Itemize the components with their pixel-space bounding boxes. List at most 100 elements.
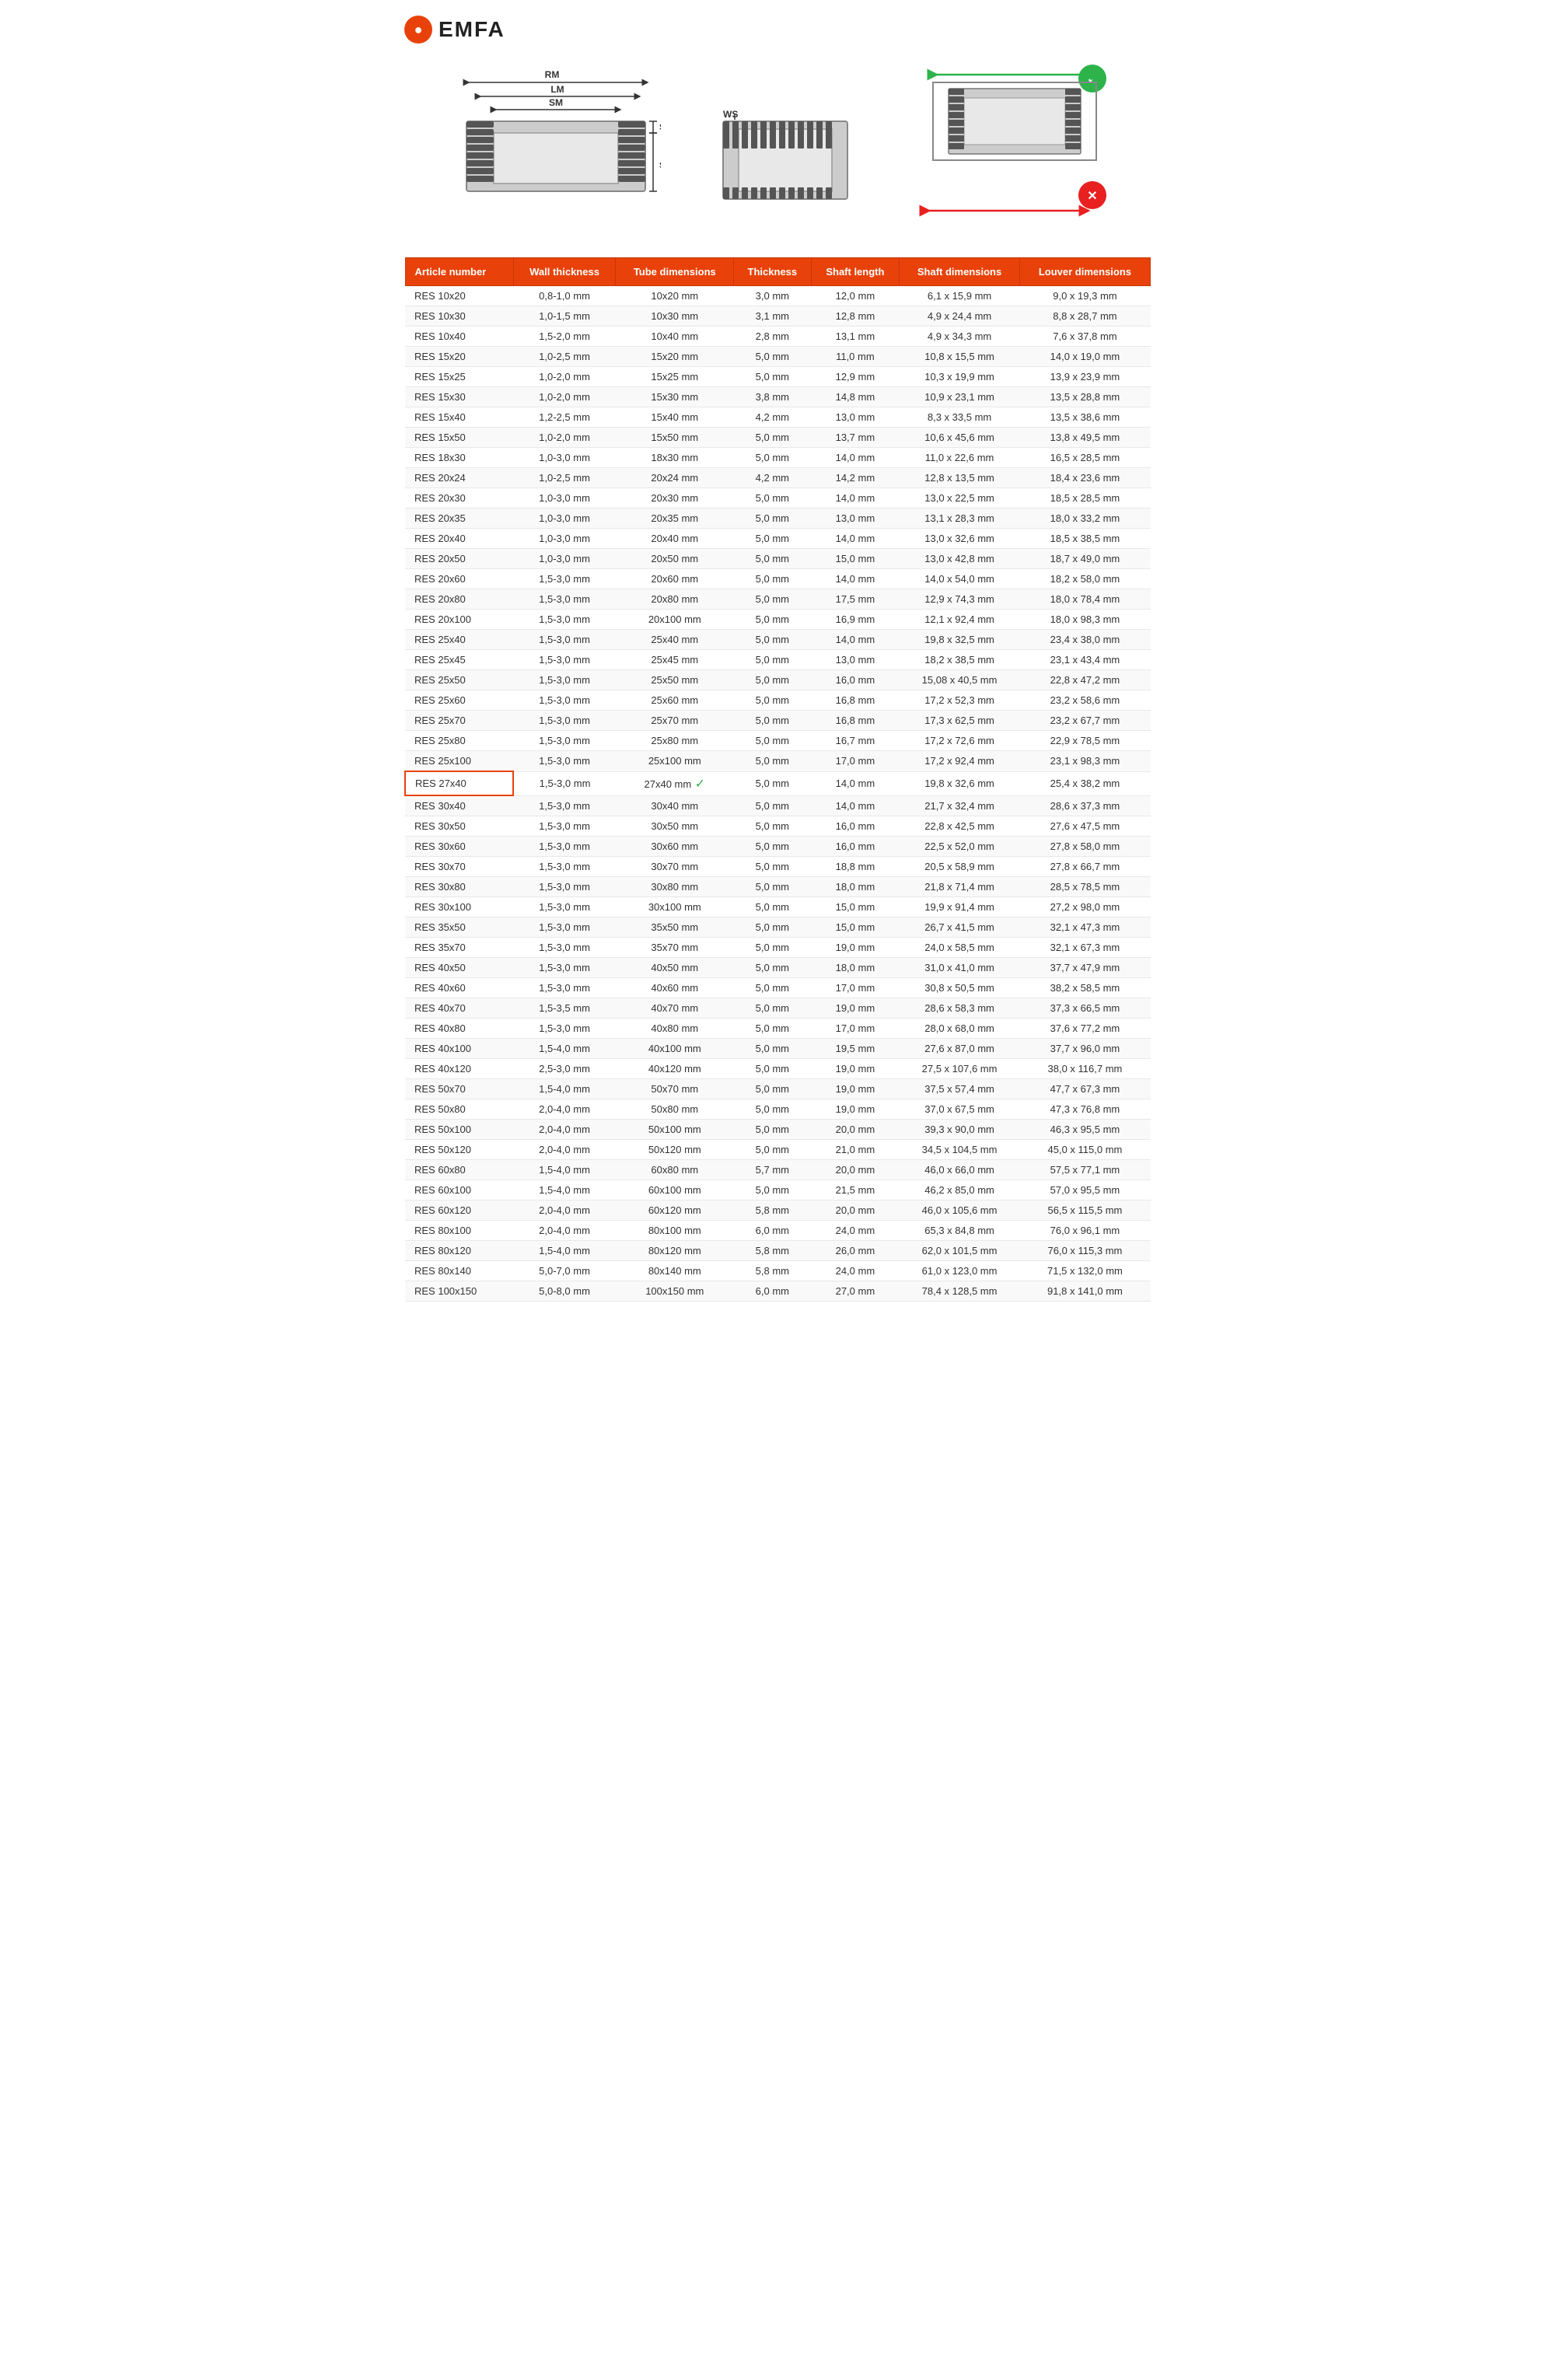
table-cell: 1,5-3,0 mm <box>513 569 616 589</box>
table-row: RES 35x701,5-3,0 mm35x70 mm5,0 mm19,0 mm… <box>405 938 1151 958</box>
table-cell: 60x80 mm <box>616 1160 734 1180</box>
table-cell: 2,0-4,0 mm <box>513 1120 616 1140</box>
table-cell: RES 25x40 <box>405 630 513 650</box>
table-cell: 1,5-4,0 mm <box>513 1160 616 1180</box>
table-cell: 19,0 mm <box>811 938 900 958</box>
table-cell: 80x140 mm <box>616 1261 734 1281</box>
table-cell: 20x60 mm <box>616 569 734 589</box>
table-row: RES 20x601,5-3,0 mm20x60 mm5,0 mm14,0 mm… <box>405 569 1151 589</box>
diagram-2: WS <box>708 59 863 218</box>
table-row: RES 50x1002,0-4,0 mm50x100 mm5,0 mm20,0 … <box>405 1120 1151 1140</box>
table-cell: RES 60x80 <box>405 1160 513 1180</box>
table-cell: 30x50 mm <box>616 816 734 837</box>
table-cell: 32,1 x 47,3 mm <box>1019 917 1150 938</box>
table-cell: 37,7 x 47,9 mm <box>1019 958 1150 978</box>
table-cell: RES 100x150 <box>405 1281 513 1302</box>
table-cell: 1,5-3,0 mm <box>513 978 616 998</box>
table-cell: RES 35x50 <box>405 917 513 938</box>
table-cell: 5,8 mm <box>734 1241 811 1261</box>
table-cell: 5,0 mm <box>734 488 811 509</box>
table-cell: 10x20 mm <box>616 286 734 306</box>
table-cell: RES 40x70 <box>405 998 513 1019</box>
table-cell: 5,0 mm <box>734 816 811 837</box>
table-cell: 30,8 x 50,5 mm <box>900 978 1020 998</box>
table-cell: 37,7 x 96,0 mm <box>1019 1039 1150 1059</box>
table-cell: 8,3 x 33,5 mm <box>900 407 1020 428</box>
table-cell: 28,0 x 68,0 mm <box>900 1019 1020 1039</box>
table-cell: 18,5 x 28,5 mm <box>1019 488 1150 509</box>
table-cell: 13,5 x 28,8 mm <box>1019 387 1150 407</box>
table-cell: RES 27x40 <box>405 771 513 795</box>
table-cell: 1,0-2,0 mm <box>513 428 616 448</box>
table-cell: 1,5-3,0 mm <box>513 938 616 958</box>
table-cell: RES 50x120 <box>405 1140 513 1160</box>
table-row: RES 20x501,0-3,0 mm20x50 mm5,0 mm15,0 mm… <box>405 549 1151 569</box>
table-cell: 14,2 mm <box>811 468 900 488</box>
table-cell: 25x50 mm <box>616 670 734 690</box>
table-cell: 19,9 x 91,4 mm <box>900 897 1020 917</box>
table-cell: 18,2 x 58,0 mm <box>1019 569 1150 589</box>
table-cell: 26,7 x 41,5 mm <box>900 917 1020 938</box>
table-cell: 5,0 mm <box>734 917 811 938</box>
table-row: RES 40x801,5-3,0 mm40x80 mm5,0 mm17,0 mm… <box>405 1019 1151 1039</box>
table-cell: 13,9 x 23,9 mm <box>1019 367 1150 387</box>
table-cell: 5,0 mm <box>734 1099 811 1120</box>
table-cell: 40x70 mm <box>616 998 734 1019</box>
table-cell: 1,5-3,0 mm <box>513 670 616 690</box>
table-row: RES 30x801,5-3,0 mm30x80 mm5,0 mm18,0 mm… <box>405 877 1151 897</box>
table-cell: 35x50 mm <box>616 917 734 938</box>
table-cell: 1,5-3,0 mm <box>513 731 616 751</box>
table-cell: 1,0-3,0 mm <box>513 529 616 549</box>
table-cell: RES 15x20 <box>405 347 513 367</box>
table-cell: 1,0-2,5 mm <box>513 347 616 367</box>
table-cell: 5,0 mm <box>734 589 811 610</box>
table-cell: 5,0 mm <box>734 731 811 751</box>
table-cell: RES 25x50 <box>405 670 513 690</box>
table-row: RES 10x301,0-1,5 mm10x30 mm3,1 mm12,8 mm… <box>405 306 1151 327</box>
table-row: RES 30x1001,5-3,0 mm30x100 mm5,0 mm15,0 … <box>405 897 1151 917</box>
table-cell: RES 10x20 <box>405 286 513 306</box>
table-cell: 38,0 x 116,7 mm <box>1019 1059 1150 1079</box>
table-row: RES 50x802,0-4,0 mm50x80 mm5,0 mm19,0 mm… <box>405 1099 1151 1120</box>
table-cell: RES 25x80 <box>405 731 513 751</box>
table-cell: 37,0 x 67,5 mm <box>900 1099 1020 1120</box>
table-row: RES 25x1001,5-3,0 mm25x100 mm5,0 mm17,0 … <box>405 751 1151 772</box>
table-row: RES 27x401,5-3,0 mm27x40 mm ✓5,0 mm14,0 … <box>405 771 1151 795</box>
table-cell: 27,8 x 66,7 mm <box>1019 857 1150 877</box>
table-cell: 5,0 mm <box>734 771 811 795</box>
table-cell: 60x100 mm <box>616 1180 734 1200</box>
table-cell: 12,8 x 13,5 mm <box>900 468 1020 488</box>
table-cell: 1,5-3,0 mm <box>513 610 616 630</box>
table-cell: 13,8 x 49,5 mm <box>1019 428 1150 448</box>
table-cell: 46,0 x 105,6 mm <box>900 1200 1020 1221</box>
table-cell: 5,0 mm <box>734 1079 811 1099</box>
table-cell: 13,0 mm <box>811 650 900 670</box>
table-header-row: Article number Wall thickness Tube dimen… <box>405 258 1151 286</box>
table-cell: 60x120 mm <box>616 1200 734 1221</box>
table-cell: 1,5-3,0 mm <box>513 897 616 917</box>
table-cell: 27,2 x 98,0 mm <box>1019 897 1150 917</box>
table-row: RES 40x701,5-3,5 mm40x70 mm5,0 mm19,0 mm… <box>405 998 1151 1019</box>
table-cell: 5,0 mm <box>734 958 811 978</box>
table-cell: 21,0 mm <box>811 1140 900 1160</box>
header: ● EMFA <box>404 16 1151 44</box>
table-cell: 5,0 mm <box>734 1039 811 1059</box>
table-cell: 50x100 mm <box>616 1120 734 1140</box>
table-cell: RES 15x30 <box>405 387 513 407</box>
table-cell: 28,6 x 37,3 mm <box>1019 795 1150 816</box>
logo-icon: ● <box>404 16 432 44</box>
table-row: RES 25x601,5-3,0 mm25x60 mm5,0 mm16,8 mm… <box>405 690 1151 711</box>
table-cell: 20,5 x 58,9 mm <box>900 857 1020 877</box>
table-cell: 1,5-3,0 mm <box>513 751 616 772</box>
table-cell: 1,5-3,0 mm <box>513 837 616 857</box>
col-header-tube-dimensions: Tube dimensions <box>616 258 734 286</box>
table-cell: 14,0 mm <box>811 630 900 650</box>
table-row: RES 60x1001,5-4,0 mm60x100 mm5,0 mm21,5 … <box>405 1180 1151 1200</box>
table-cell: 5,0 mm <box>734 1059 811 1079</box>
table-cell: 23,1 x 43,4 mm <box>1019 650 1150 670</box>
table-row: RES 60x1202,0-4,0 mm60x120 mm5,8 mm20,0 … <box>405 1200 1151 1221</box>
table-cell: 25x80 mm <box>616 731 734 751</box>
table-row: RES 15x301,0-2,0 mm15x30 mm3,8 mm14,8 mm… <box>405 387 1151 407</box>
svg-text:SE: SE <box>659 161 661 170</box>
table-cell: 4,9 x 24,4 mm <box>900 306 1020 327</box>
